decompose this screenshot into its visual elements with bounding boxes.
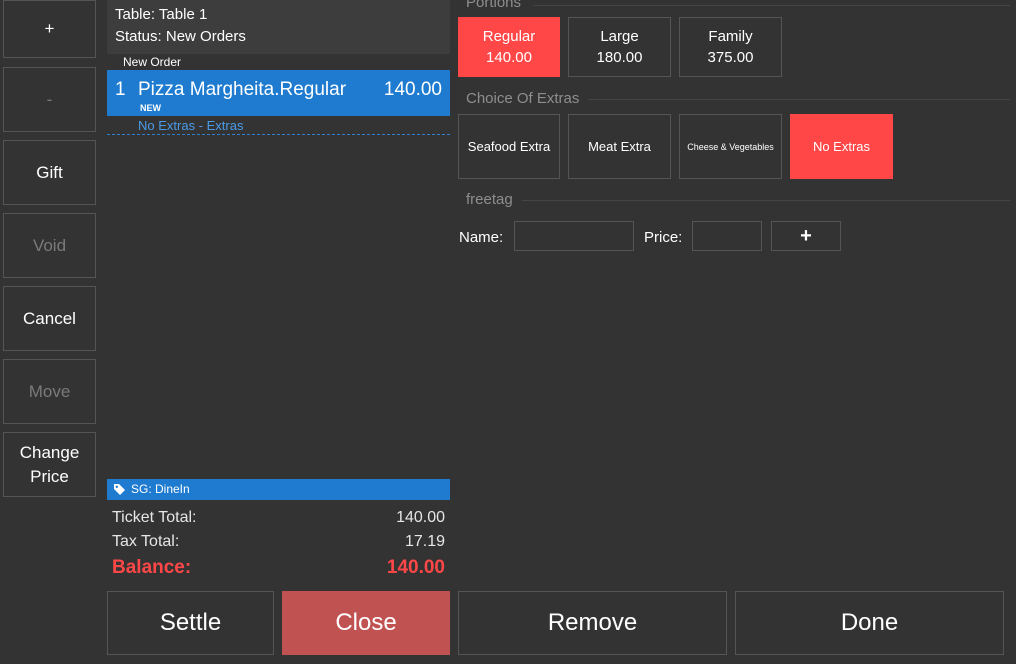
freetag-title: freetag <box>466 191 513 208</box>
order-new-badge: NEW <box>140 103 161 113</box>
gift-button[interactable]: Gift <box>3 140 96 205</box>
tag-icon <box>114 484 125 495</box>
service-group-label: SG: DineIn <box>131 482 190 496</box>
minus-button[interactable]: - <box>3 67 96 132</box>
balance-value: 140.00 <box>386 557 445 578</box>
ticket-panel: Table: Table 1 Status: New Orders New Or… <box>107 0 450 500</box>
tax-total-value: 17.19 <box>404 533 445 550</box>
order-item-name: Pizza Margheita.Regular <box>138 79 347 100</box>
cancel-button[interactable]: Cancel <box>3 286 96 351</box>
extra-no-extras-button[interactable]: No Extras <box>790 114 893 179</box>
add-freetag-button[interactable]: + <box>771 221 841 251</box>
order-line-item[interactable]: 1 Pizza Margheita.Regular 140.00 NEW <box>107 70 450 116</box>
order-group-label: New Order <box>123 55 182 69</box>
ticket-total-value: 140.00 <box>396 509 445 526</box>
portion-name: Family <box>708 28 753 45</box>
service-group-bar: SG: DineIn <box>107 479 450 500</box>
portion-name: Large <box>600 28 639 45</box>
extras-divider <box>588 99 1010 100</box>
move-button[interactable]: Move <box>3 359 96 424</box>
portion-price: 140.00 <box>486 49 532 66</box>
extra-meat-button[interactable]: Meat Extra <box>568 114 671 179</box>
ticket-total-label: Ticket Total: <box>112 509 197 526</box>
ticket-header: Table: Table 1 Status: New Orders <box>107 0 450 54</box>
portion-regular-button[interactable]: Regular 140.00 <box>458 17 560 77</box>
order-extras-line[interactable]: No Extras - Extras <box>107 117 450 135</box>
portions-divider <box>533 5 1010 6</box>
remove-button[interactable]: Remove <box>458 591 727 655</box>
close-button[interactable]: Close <box>282 591 450 655</box>
extra-cheese-vegetables-button[interactable]: Cheese & Vegetables <box>679 114 782 179</box>
extras-title: Choice Of Extras <box>466 90 580 107</box>
portion-price: 375.00 <box>707 49 754 66</box>
freetag-price-input[interactable] <box>692 221 762 251</box>
ticket-total-row: Ticket Total: 140.00 <box>112 509 445 529</box>
tax-total-row: Tax Total: 17.19 <box>112 533 445 553</box>
order-item-price: 140.00 <box>383 79 442 100</box>
portions-title: Portions <box>466 0 522 11</box>
extra-seafood-button[interactable]: Seafood Extra <box>458 114 560 179</box>
tax-total-label: Tax Total: <box>112 533 180 550</box>
table-name: Table: Table 1 <box>115 6 208 23</box>
portion-family-button[interactable]: Family 375.00 <box>679 17 782 77</box>
order-quantity: 1 <box>115 79 126 100</box>
balance-label: Balance: <box>112 557 192 578</box>
balance-row: Balance: 140.00 <box>112 557 445 581</box>
ticket-status: Status: New Orders <box>115 28 246 45</box>
price-label: Price: <box>644 229 683 246</box>
settle-button[interactable]: Settle <box>107 591 274 655</box>
freetag-name-input[interactable] <box>514 221 634 251</box>
done-button[interactable]: Done <box>735 591 1004 655</box>
portion-large-button[interactable]: Large 180.00 <box>568 17 671 77</box>
change-price-button[interactable]: Change Price <box>3 432 96 497</box>
plus-button[interactable]: + <box>3 0 96 58</box>
name-label: Name: <box>459 229 504 246</box>
void-button[interactable]: Void <box>3 213 96 278</box>
portion-name: Regular <box>482 28 536 45</box>
portion-price: 180.00 <box>596 49 643 66</box>
freetag-divider <box>522 200 1010 201</box>
